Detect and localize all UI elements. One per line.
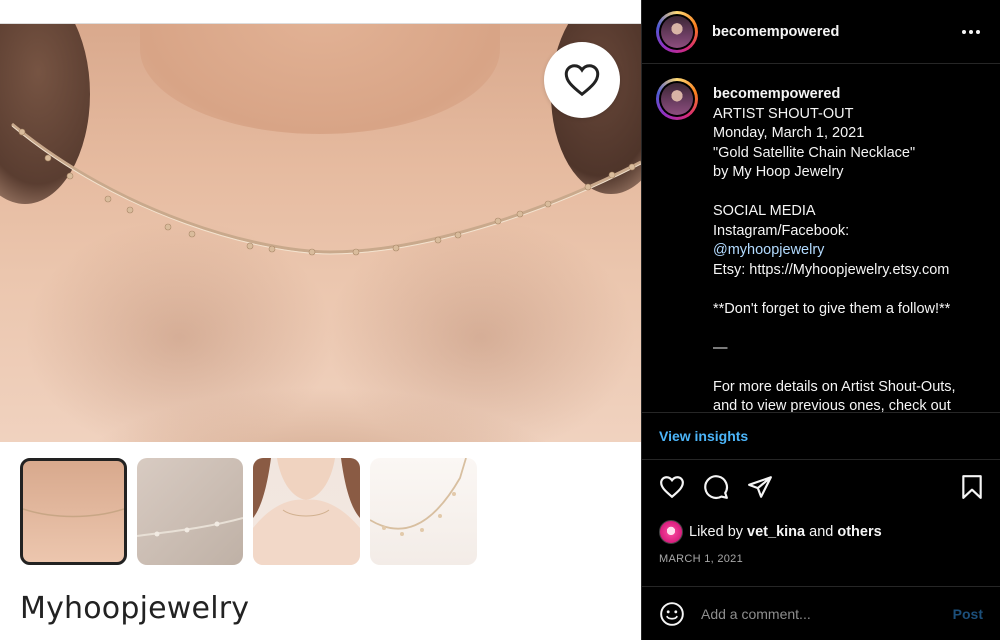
paper-plane-icon [748,476,772,498]
caption-line: Monday, March 1, 2021 [713,125,865,141]
insights-row: View insights [642,412,1000,460]
heart-outline-icon [564,64,600,97]
thumbnail-4[interactable] [370,458,477,565]
thumbnail-2[interactable] [137,458,243,565]
post-username[interactable]: becomempowered [712,24,839,40]
caption-avatar[interactable] [656,78,698,120]
caption-line: — [713,339,728,356]
comment-bar: Post [642,586,1000,640]
caption-line: and to view previous ones, check out [713,398,951,412]
thumbnail-strip [20,458,477,565]
instagram-post-panel: becomempowered becomempowered ARTIST SHO… [641,0,1000,640]
avatar-image [661,15,693,48]
likes-others-link[interactable]: others [837,524,881,540]
avatar[interactable] [656,10,698,53]
caption-line: Etsy: https://Myhoopjewelry.etsy.com [713,261,950,278]
caption-line: "Gold Satellite Chain Necklace" [713,144,916,161]
liker-username[interactable]: vet_kina [747,524,805,540]
post-comment-button[interactable]: Post [953,606,983,622]
like-button[interactable] [659,474,685,505]
caption-line: SOCIAL MEDIA [713,203,816,219]
comment-input[interactable] [701,601,931,626]
post-date[interactable]: MARCH 1, 2021 [659,553,743,565]
caption-line: Instagram/Facebook: [713,222,850,239]
caption-line: **Don't forget to give them a follow!** [713,300,951,317]
emoji-icon[interactable] [659,601,685,627]
share-button[interactable] [747,474,773,505]
caption-area: becomempowered ARTIST SHOUT-OUT Monday, … [642,64,1000,412]
caption-line: ARTIST SHOUT-OUT [713,105,854,122]
thumbnail-1[interactable] [20,458,127,565]
product-page: Myhoopjewelry [0,0,641,640]
more-options-button[interactable] [961,22,981,47]
caption-line: by My Hoop Jewelry [713,164,844,180]
favorite-button[interactable] [544,42,620,118]
comment-icon [704,475,728,500]
caption-username[interactable]: becomempowered [713,85,993,105]
view-insights-link[interactable]: View insights [659,428,748,444]
heart-icon [660,476,684,499]
liked-by: Liked by vet_kina and others [659,520,882,544]
liker-avatar[interactable] [659,520,683,544]
save-button[interactable] [960,474,984,505]
post-actions [642,468,1000,508]
caption: becomempowered ARTIST SHOUT-OUT Monday, … [713,85,993,412]
mention-link[interactable]: @myhoopjewelry [713,241,993,261]
bookmark-icon [962,475,982,499]
caption-line: For more details on Artist Shout-Outs, [713,378,956,395]
post-header: becomempowered [642,0,1000,64]
comment-button[interactable] [703,474,729,505]
thumbnail-3[interactable] [253,458,360,565]
shop-name[interactable]: Myhoopjewelry [20,591,249,626]
page-top-strip [0,0,641,24]
more-horizontal-icon [962,30,980,34]
